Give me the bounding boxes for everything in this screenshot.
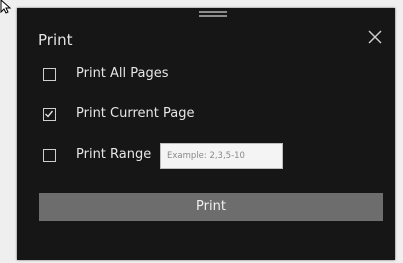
print-current-page-checkbox[interactable]: [43, 107, 56, 121]
print-dialog: Print Print All Pages Print Current Page…: [17, 8, 395, 260]
dialog-title: Print: [38, 31, 73, 49]
checkmark-icon: [45, 110, 54, 118]
close-icon[interactable]: [366, 28, 384, 46]
print-button[interactable]: Print: [39, 193, 383, 221]
mouse-cursor-icon: [0, 0, 12, 14]
print-range-label: Print Range: [76, 147, 152, 162]
print-range-checkbox[interactable]: [43, 148, 56, 162]
page-range-input[interactable]: [160, 143, 283, 169]
print-current-page-option[interactable]: Print Current Page: [43, 104, 194, 124]
print-range-option[interactable]: Print Range: [43, 145, 151, 165]
print-all-pages-checkbox[interactable]: [43, 67, 56, 81]
drag-handle-icon[interactable]: [199, 11, 227, 19]
screenshot-frame: Print Print All Pages Print Current Page…: [0, 0, 403, 263]
print-current-page-label: Print Current Page: [76, 106, 195, 121]
print-all-pages-option[interactable]: Print All Pages: [43, 64, 169, 84]
print-all-pages-label: Print All Pages: [76, 66, 169, 81]
